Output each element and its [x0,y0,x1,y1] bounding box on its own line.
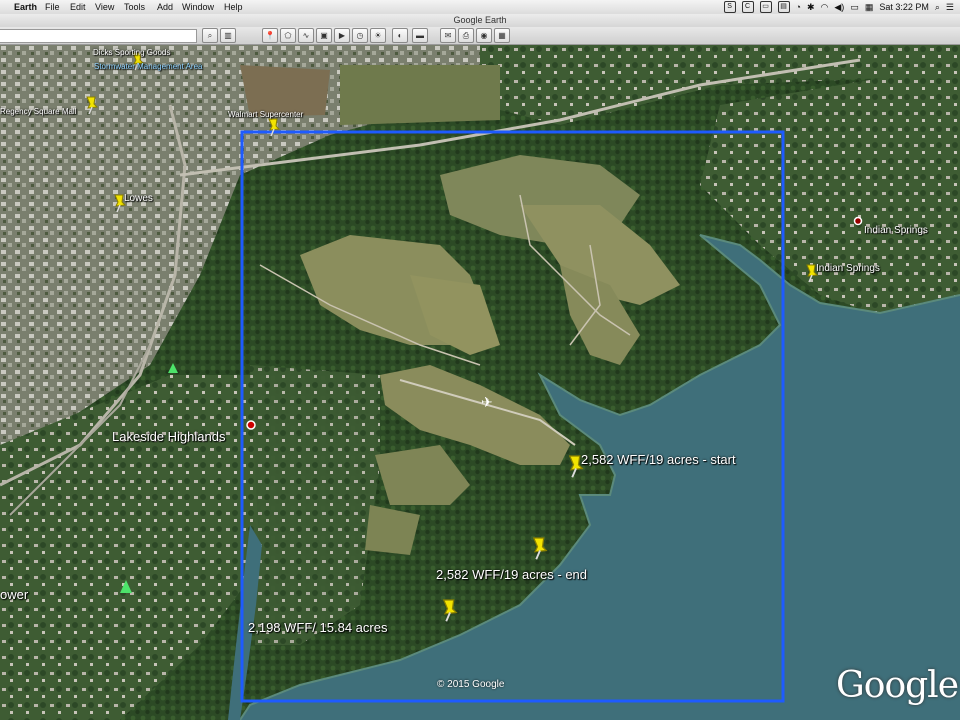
place-label[interactable]: Dicks Sporting Goods [93,48,170,57]
pushpin-icon[interactable] [440,597,460,623]
email-icon[interactable]: ✉ [440,28,456,43]
notification-icon[interactable]: ☰ [946,2,954,13]
place-label[interactable]: Walmart Supercenter [228,110,303,119]
place-label[interactable]: ower [0,587,28,602]
add-polygon-icon[interactable]: ⬠ [280,28,296,43]
window-title: Google Earth [453,15,507,25]
satellite-imagery[interactable]: ✈ [0,45,960,720]
pushpin-icon[interactable] [84,95,100,115]
svg-text:✈: ✈ [481,395,493,411]
menubar-clock[interactable]: Sat 3:22 PM [879,2,929,12]
menu-edit[interactable]: Edit [70,2,86,12]
add-path-icon[interactable]: ∿ [298,28,314,43]
historical-imagery-icon[interactable]: ◷ [352,28,368,43]
screen-icon[interactable]: ▭ [759,1,772,13]
status-icon[interactable]: S [723,1,736,13]
flag-icon[interactable]: ▦ [865,2,874,13]
place-label[interactable]: Regency Square Mall [0,107,76,116]
ruler-icon[interactable]: ▬ [412,28,428,43]
pushpin-icon[interactable] [530,535,550,561]
menu-file[interactable]: File [45,2,60,12]
pushpin-icon[interactable] [266,117,282,137]
battery-icon[interactable]: ▭ [850,2,859,13]
volume-icon[interactable]: ◀) [834,2,844,13]
menu-help[interactable]: Help [224,2,243,12]
status-icon[interactable]: C [741,1,754,13]
menu-app[interactable]: Earth [14,2,37,12]
window-title-bar: Google Earth [0,14,960,28]
copyright-text: © 2015 Google [437,679,505,690]
placemark-label-start[interactable]: 2,582 WFF/19 acres - start [581,452,736,467]
timemachine-icon[interactable]: ◔ [796,2,801,12]
menu-view[interactable]: View [95,2,114,12]
google-logo: Google [836,665,959,706]
menu-window[interactable]: Window [182,2,214,12]
wifi-icon[interactable]: ◠ [821,2,829,13]
toolbar: ⌕ ▥ 📍 ⬠ ∿ ▣ ▶ ◷ ☀ ◐ ▬ ✉ ⎙ ◉ ▦ [0,27,960,45]
menu-tools[interactable]: Tools [124,2,145,12]
folder-icon[interactable]: ▤ [777,1,790,13]
map-view[interactable]: ✈ Dicks Sporting Goods Stormwater Manage… [0,45,960,720]
place-label[interactable]: Stormwater Management Area [94,62,203,71]
image-overlay-icon[interactable]: ▣ [316,28,332,43]
bluetooth-icon[interactable]: ✱ [807,2,815,13]
search-icon[interactable]: ⌕ [202,28,218,43]
place-label[interactable]: Indian Springs [816,263,880,274]
add-placemark-icon[interactable]: 📍 [262,28,278,43]
placemark-label-other[interactable]: 2,198 WFF/ 15.84 acres [248,620,387,635]
place-label[interactable]: Lowes [124,193,153,204]
menu-add[interactable]: Add [157,2,173,12]
spotlight-icon[interactable]: ⌕ [935,2,940,13]
place-label[interactable]: Indian Springs [864,225,928,236]
planet-icon[interactable]: ◐ [392,28,408,43]
save-image-icon[interactable]: ▦ [494,28,510,43]
sunlight-icon[interactable]: ☀ [370,28,386,43]
record-tour-icon[interactable]: ▶ [334,28,350,43]
placemark-label-end[interactable]: 2,582 WFF/19 acres - end [436,567,587,582]
search-input[interactable] [0,29,197,43]
sidebar-toggle-icon[interactable]: ▥ [220,28,236,43]
print-icon[interactable]: ⎙ [458,28,474,43]
maps-icon[interactable]: ◉ [476,28,492,43]
menu-bar: Earth File Edit View Tools Add Window He… [0,0,960,15]
place-label[interactable]: Lakeside Highlands [112,429,225,444]
